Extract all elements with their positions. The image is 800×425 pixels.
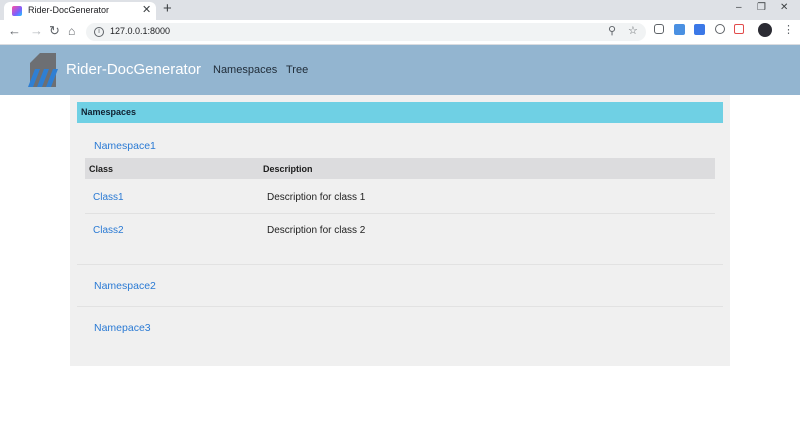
reload-icon[interactable]: ↻ bbox=[49, 23, 60, 39]
browser-tab-strip: Rider-DocGenerator ✕ + – ❐ ✕ bbox=[0, 0, 800, 20]
class-table-header: Class Description bbox=[85, 158, 715, 179]
class-link[interactable]: Class1 bbox=[93, 192, 124, 203]
home-icon[interactable]: ⌂ bbox=[68, 23, 75, 39]
back-arrow-icon[interactable]: ← bbox=[8, 23, 21, 39]
app-header: Rider-DocGenerator Namespaces Tree bbox=[0, 45, 800, 95]
tab-title: Rider-DocGenerator bbox=[28, 5, 110, 15]
translate-extension-icon[interactable] bbox=[694, 24, 705, 35]
url-text[interactable]: 127.0.0.1:8000 bbox=[110, 26, 170, 36]
browser-tab[interactable]: Rider-DocGenerator ✕ bbox=[4, 2, 156, 20]
main-content: Namespaces Namespace1 Class Description … bbox=[70, 95, 730, 366]
app-logo-icon bbox=[28, 53, 58, 87]
browser-toolbar: ← → ↻ ⌂ i 127.0.0.1:8000 ⚲ ☆ ⋮ bbox=[0, 20, 800, 45]
nav-tree[interactable]: Tree bbox=[286, 64, 308, 76]
column-header-class: Class bbox=[89, 164, 114, 174]
namespace-link[interactable]: Namepace3 bbox=[94, 322, 151, 334]
column-header-description: Description bbox=[263, 164, 313, 174]
forward-arrow-icon[interactable]: → bbox=[30, 23, 43, 39]
pocket-extension-icon[interactable] bbox=[654, 24, 664, 34]
new-tab-button[interactable]: + bbox=[163, 1, 172, 17]
namespace-divider bbox=[77, 306, 723, 307]
section-title: Namespaces bbox=[81, 107, 137, 117]
brand-title[interactable]: Rider-DocGenerator bbox=[66, 61, 201, 78]
namespace-link[interactable]: Namespace1 bbox=[94, 140, 156, 152]
class-link[interactable]: Class2 bbox=[93, 225, 124, 236]
table-row: Class2 Description for class 2 bbox=[85, 214, 715, 246]
profile-avatar[interactable] bbox=[758, 23, 772, 37]
extension-icon[interactable] bbox=[715, 24, 725, 34]
extension-icon[interactable] bbox=[674, 24, 685, 35]
extension-icon[interactable] bbox=[734, 24, 744, 34]
site-info-icon[interactable]: i bbox=[94, 27, 104, 37]
section-header: Namespaces bbox=[77, 102, 723, 123]
restore-icon[interactable]: ❐ bbox=[757, 1, 766, 15]
namespace-divider bbox=[77, 264, 723, 265]
nav-namespaces[interactable]: Namespaces bbox=[213, 64, 277, 76]
address-bar[interactable]: i 127.0.0.1:8000 ⚲ ☆ bbox=[86, 23, 646, 41]
class-description: Description for class 1 bbox=[267, 192, 366, 203]
close-tab-icon[interactable]: ✕ bbox=[142, 3, 151, 17]
class-description: Description for class 2 bbox=[267, 225, 366, 236]
table-row: Class1 Description for class 1 bbox=[85, 181, 715, 213]
namespace-link[interactable]: Namespace2 bbox=[94, 280, 156, 292]
minimize-icon[interactable]: – bbox=[736, 1, 742, 15]
app-favicon-icon bbox=[12, 6, 22, 16]
bookmark-star-icon[interactable]: ☆ bbox=[628, 24, 638, 37]
window-close-icon[interactable]: ✕ bbox=[780, 1, 788, 15]
browser-menu-icon[interactable]: ⋮ bbox=[783, 23, 794, 37]
zoom-icon[interactable]: ⚲ bbox=[608, 24, 616, 37]
